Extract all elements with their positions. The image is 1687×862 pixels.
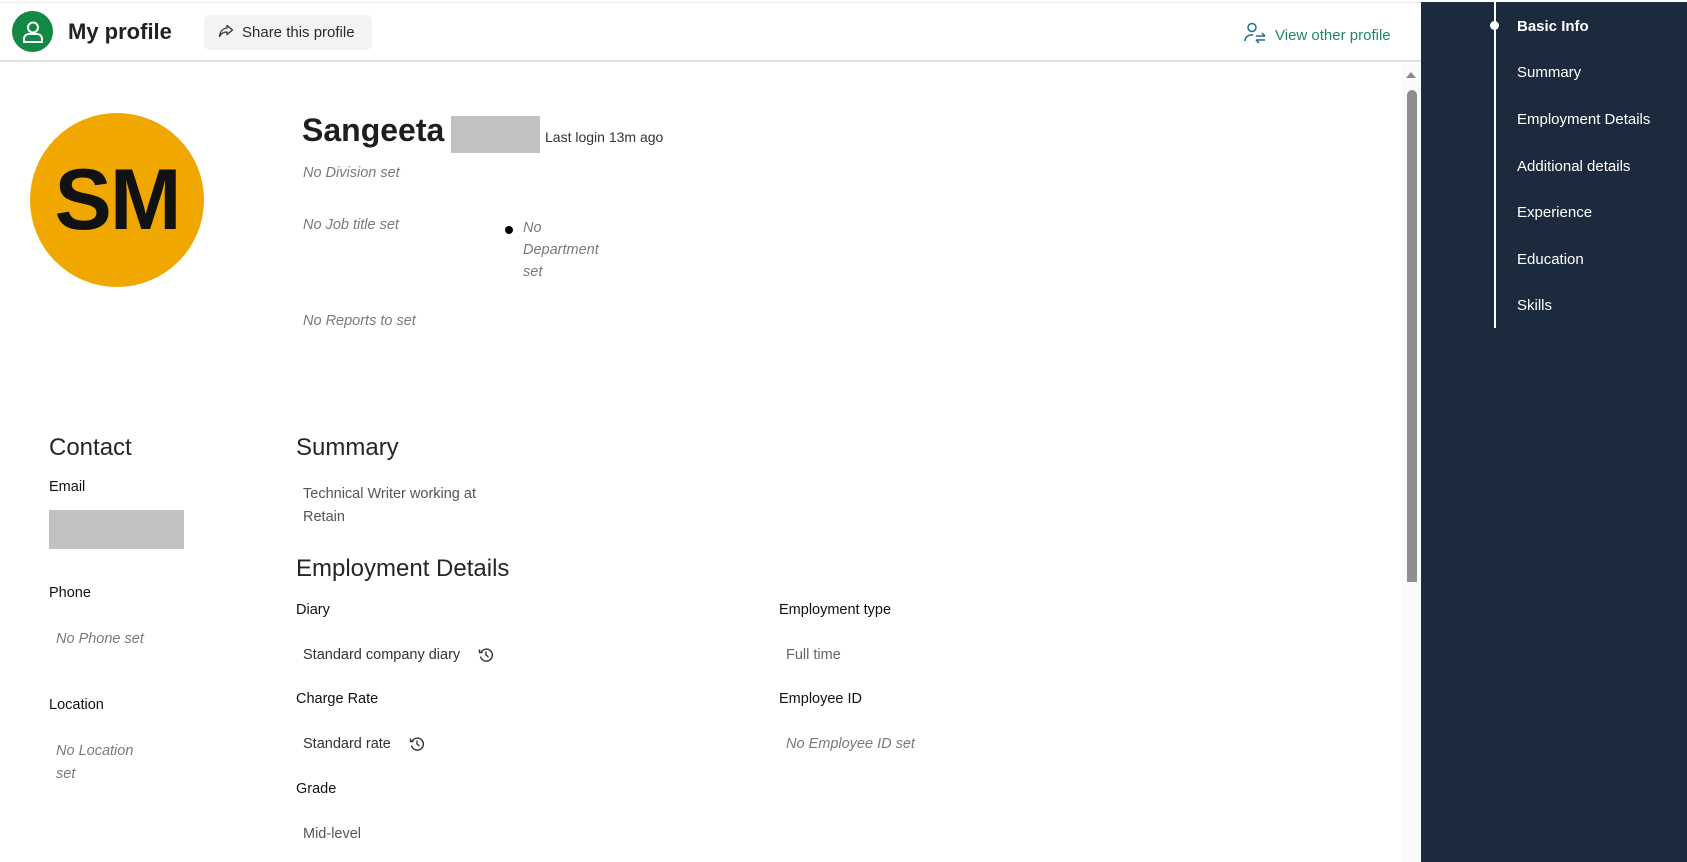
- contact-heading: Contact: [49, 434, 132, 461]
- avatar[interactable]: SM: [30, 113, 204, 287]
- nav-item-basic-info[interactable]: Basic Info: [1517, 18, 1589, 35]
- main-scrollbar[interactable]: [1402, 64, 1421, 862]
- employee-id-label: Employee ID: [779, 691, 863, 707]
- history-icon[interactable]: [409, 736, 425, 752]
- share-profile-label: Share this profile: [242, 24, 355, 41]
- user-icon: [12, 11, 53, 52]
- division-value: No Division set: [303, 165, 400, 181]
- nav-item-experience[interactable]: Experience: [1517, 204, 1592, 221]
- section-navigation: Basic Info Summary Employment Details Ad…: [1421, 2, 1687, 862]
- scroll-up-arrow[interactable]: [1406, 72, 1416, 78]
- grade-label: Grade: [296, 781, 337, 797]
- location-value: No Location set: [56, 743, 134, 782]
- share-profile-button[interactable]: Share this profile: [204, 15, 372, 50]
- employment-type-value: Full time: [786, 647, 841, 663]
- view-other-profile-link[interactable]: View other profile: [1243, 21, 1391, 49]
- email-label: Email: [49, 479, 86, 495]
- phone-label: Phone: [49, 585, 91, 601]
- nav-timeline-line: [1494, 2, 1496, 328]
- job-title-value: No Job title set: [303, 217, 399, 233]
- charge-rate-value: Standard rate: [303, 736, 391, 752]
- grade-value: Mid-level: [303, 826, 362, 842]
- nav-item-additional-details[interactable]: Additional details: [1517, 158, 1630, 175]
- scroll-thumb[interactable]: [1407, 90, 1417, 582]
- nav-item-employment-details[interactable]: Employment Details: [1517, 111, 1650, 128]
- last-login-status: Last login 13m ago: [545, 129, 664, 145]
- view-other-profile-label: View other profile: [1275, 26, 1391, 44]
- employee-id-value: No Employee ID set: [786, 736, 915, 752]
- profile-name: Sangeeta: [302, 112, 445, 148]
- separator-bullet: [505, 226, 513, 234]
- charge-rate-field: Standard rate: [303, 736, 425, 752]
- share-icon: [218, 24, 234, 42]
- phone-value: No Phone set: [56, 631, 144, 647]
- reports-to-value: No Reports to set: [303, 313, 416, 329]
- page-header: My profile Share this profile View other…: [0, 2, 1421, 62]
- department-value: No Department set: [523, 220, 599, 280]
- diary-field: Standard company diary: [303, 647, 494, 663]
- redacted-email: [49, 510, 184, 549]
- user-switch-icon: [1243, 21, 1267, 49]
- history-icon[interactable]: [478, 647, 494, 663]
- summary-heading: Summary: [296, 434, 399, 461]
- nav-item-skills[interactable]: Skills: [1517, 297, 1552, 314]
- diary-value: Standard company diary: [303, 647, 461, 663]
- nav-active-indicator: [1490, 21, 1499, 30]
- summary-text: Technical Writer working at Retain: [303, 486, 476, 525]
- employment-type-label: Employment type: [779, 602, 892, 618]
- employment-details-heading: Employment Details: [296, 555, 510, 582]
- nav-item-summary[interactable]: Summary: [1517, 64, 1581, 81]
- nav-item-education[interactable]: Education: [1517, 251, 1584, 268]
- page-title: My profile: [68, 19, 172, 44]
- charge-rate-label: Charge Rate: [296, 691, 379, 707]
- redacted-surname: [451, 116, 540, 153]
- location-label: Location: [49, 697, 104, 713]
- diary-label: Diary: [296, 602, 330, 618]
